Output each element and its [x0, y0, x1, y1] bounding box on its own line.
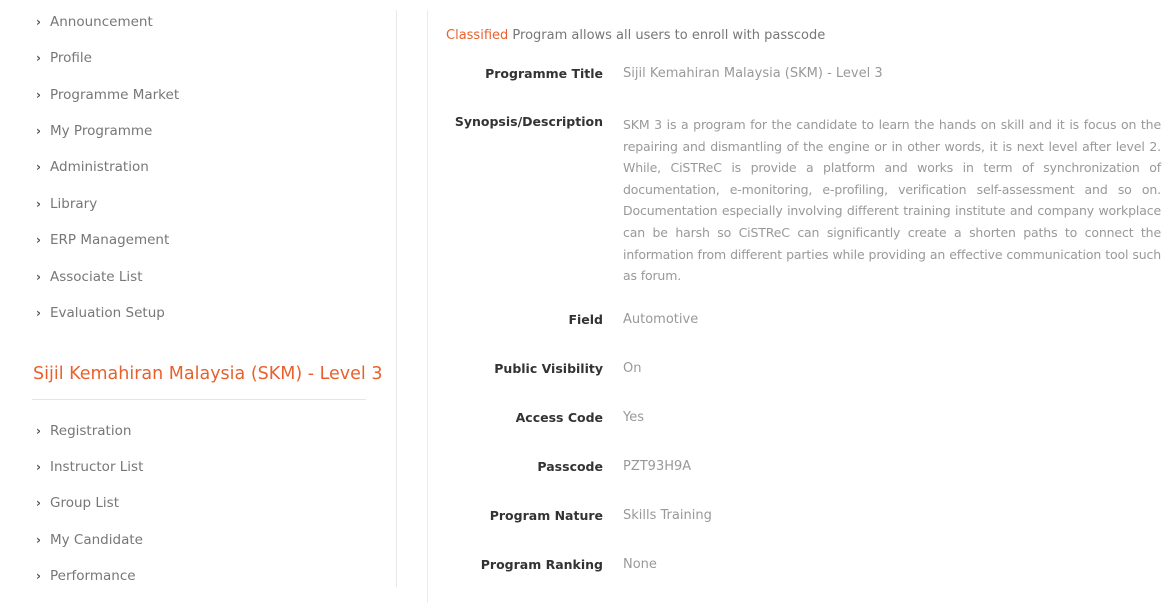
chevron-right-icon: ›: [36, 124, 41, 138]
chevron-right-icon: ›: [36, 533, 41, 547]
menu-item-label: My Candidate: [50, 532, 143, 548]
menu-item-label: Administration: [50, 159, 149, 175]
chevron-right-icon: ›: [36, 15, 41, 29]
synopsis-label: Synopsis/Description: [454, 114, 603, 129]
passcode-value: PZT93H9A: [623, 459, 692, 474]
program-section-title: Sijil Kemahiran Malaysia (SKM) - Level 3: [33, 364, 383, 384]
menu-item-evaluation-setup[interactable]: › Evaluation Setup: [36, 301, 165, 325]
menu-item-erp-management[interactable]: › ERP Management: [36, 228, 169, 252]
menu-item-programme-market[interactable]: › Programme Market: [36, 83, 179, 107]
chevron-right-icon: ›: [36, 496, 41, 510]
program-nature-label: Program Nature: [489, 508, 603, 523]
enrollment-notice: Classified Program allows all users to e…: [446, 28, 825, 43]
field-value: Automotive: [623, 312, 699, 327]
classified-tag: Classified: [446, 28, 509, 43]
chevron-right-icon: ›: [36, 160, 41, 174]
content-divider: [427, 10, 428, 603]
program-ranking-label: Program Ranking: [480, 557, 603, 572]
sidebar-divider: [396, 10, 397, 587]
field-label: Field: [568, 312, 603, 327]
menu-item-instructor-list[interactable]: › Instructor List: [36, 455, 143, 479]
chevron-right-icon: ›: [36, 460, 41, 474]
menu-item-registration[interactable]: › Registration: [36, 419, 131, 443]
menu-item-label: Evaluation Setup: [50, 305, 165, 321]
menu-item-my-programme[interactable]: › My Programme: [36, 119, 152, 143]
chevron-right-icon: ›: [36, 270, 41, 284]
menu-item-group-list[interactable]: › Group List: [36, 491, 119, 515]
chevron-right-icon: ›: [36, 88, 41, 102]
menu-item-label: Instructor List: [50, 459, 144, 475]
menu-item-performance[interactable]: › Performance: [36, 564, 136, 588]
menu-item-label: My Programme: [50, 123, 153, 139]
menu-item-my-candidate[interactable]: › My Candidate: [36, 528, 143, 552]
menu-item-label: Announcement: [50, 14, 153, 30]
notice-text: Program allows all users to enroll with …: [508, 28, 826, 43]
menu-item-label: Performance: [50, 568, 136, 584]
program-nature-value: Skills Training: [623, 508, 712, 523]
menu-item-associate-list[interactable]: › Associate List: [36, 265, 143, 289]
program-ranking-value: None: [623, 557, 657, 572]
menu-item-administration[interactable]: › Administration: [36, 155, 149, 179]
sidebar: › Announcement › Profile › Programme Market…: [0, 0, 396, 603]
programme-title-value: Sijil Kemahiran Malaysia (SKM) - Level 3: [623, 66, 883, 81]
programme-title-label: Programme Title: [485, 66, 603, 81]
section-divider: [32, 399, 366, 400]
passcode-label: Passcode: [537, 459, 603, 474]
menu-item-label: Group List: [50, 495, 119, 511]
menu-item-announcement[interactable]: › Announcement: [36, 10, 153, 34]
public-visibility-label: Public Visibility: [494, 361, 603, 376]
chevron-right-icon: ›: [36, 233, 41, 247]
menu-item-library[interactable]: › Library: [36, 192, 97, 216]
menu-item-label: Registration: [50, 423, 132, 439]
chevron-right-icon: ›: [36, 51, 41, 65]
menu-item-label: Associate List: [50, 269, 143, 285]
synopsis-value: SKM 3 is a program for the candidate to …: [623, 117, 1161, 284]
chevron-right-icon: ›: [36, 306, 41, 320]
public-visibility-value: On: [623, 361, 642, 376]
menu-item-profile[interactable]: › Profile: [36, 46, 92, 70]
chevron-right-icon: ›: [36, 424, 41, 438]
chevron-right-icon: ›: [36, 569, 41, 583]
menu-item-label: Programme Market: [50, 87, 180, 103]
menu-item-label: Library: [50, 196, 98, 212]
access-code-value: Yes: [623, 410, 644, 425]
access-code-label: Access Code: [515, 410, 603, 425]
menu-item-label: ERP Management: [50, 232, 170, 248]
chevron-right-icon: ›: [36, 197, 41, 211]
menu-item-label: Profile: [50, 50, 92, 66]
